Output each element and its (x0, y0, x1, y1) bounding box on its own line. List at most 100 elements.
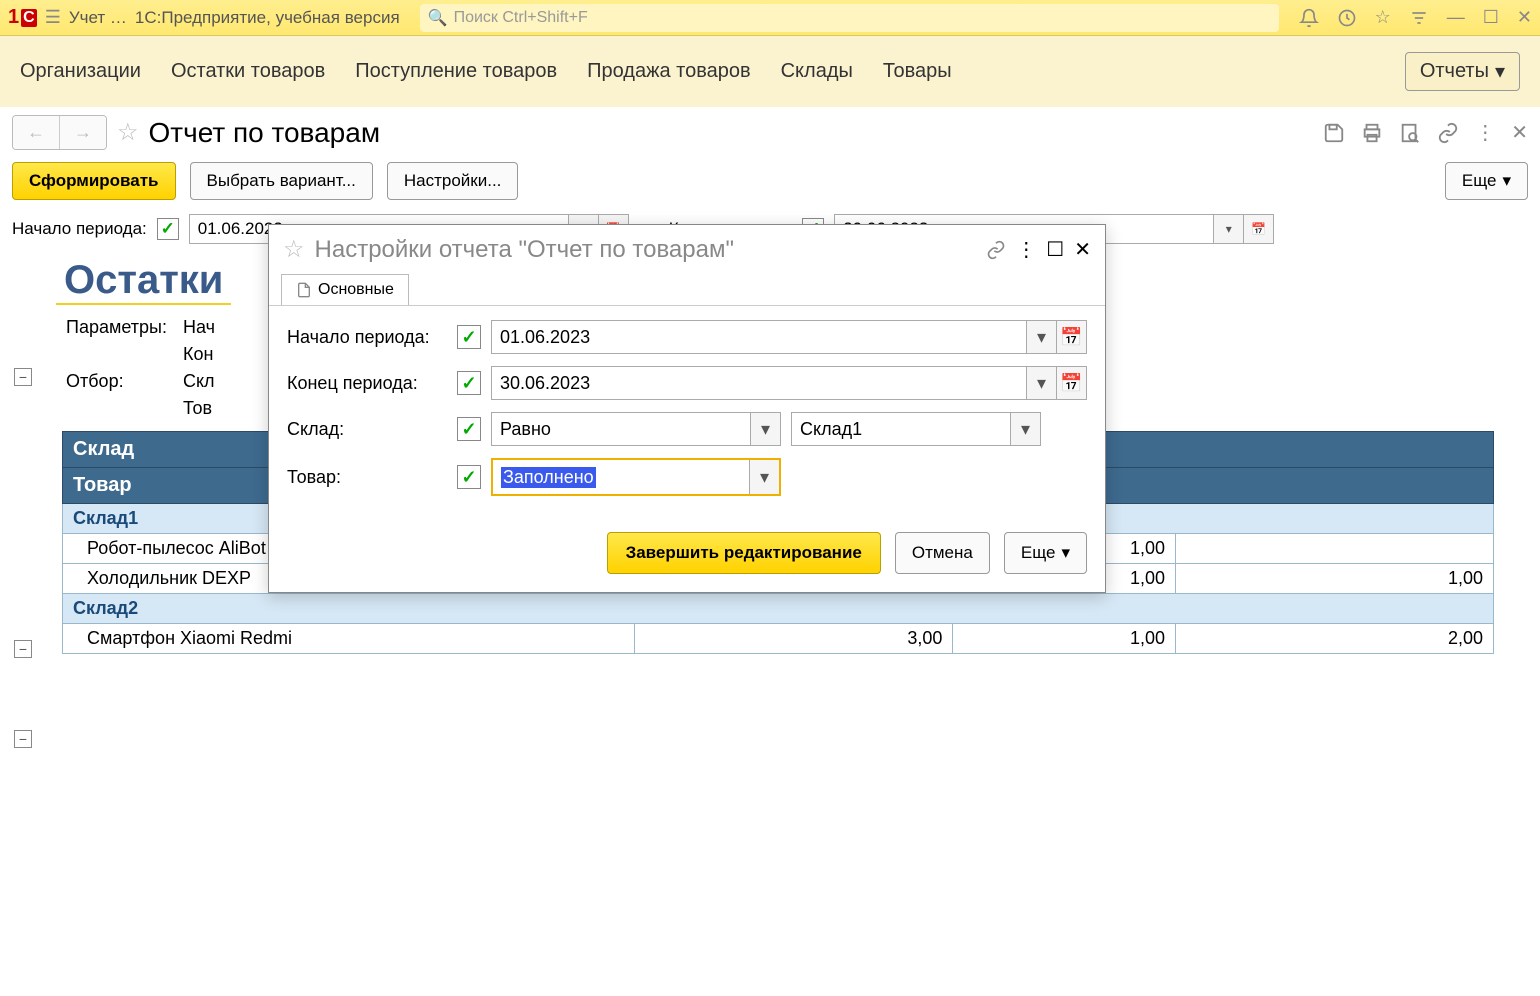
modal-end-value[interactable]: 30.06.2023 (491, 366, 1027, 400)
report-param-end-trunc: Кон (183, 342, 229, 367)
link-icon[interactable] (1437, 122, 1459, 144)
modal-start-label: Начало периода: (287, 327, 447, 348)
item-val (1175, 534, 1493, 564)
menu-reports-label: Отчеты (1420, 60, 1489, 83)
modal-tovar-label: Товар: (287, 467, 447, 488)
menu-sales[interactable]: Продажа товаров (587, 60, 751, 83)
modal-tovar-cond[interactable]: Заполнено (493, 460, 749, 494)
menu-incoming[interactable]: Поступление товаров (355, 60, 557, 83)
modal-start-dropdown[interactable]: ▾ (1027, 320, 1057, 354)
modal-sklad-cond-dropdown[interactable]: ▾ (751, 412, 781, 446)
maximize-icon[interactable]: ☐ (1483, 7, 1499, 28)
end-period-calendar-icon[interactable]: 📅 (1244, 214, 1274, 244)
more-button[interactable]: Еще ▾ (1445, 162, 1528, 200)
start-period-checkbox[interactable]: ✓ (157, 218, 179, 240)
item-val: 2,00 (1175, 624, 1493, 654)
modal-sklad-cond[interactable]: Равно (491, 412, 751, 446)
close-window-icon[interactable]: ✕ (1517, 7, 1532, 28)
modal-end-dropdown[interactable]: ▾ (1027, 366, 1057, 400)
app-logo: 1C (8, 6, 37, 29)
cancel-button[interactable]: Отмена (895, 532, 990, 574)
modal-tabs: Основные (269, 274, 1105, 306)
modal-end-calendar-icon[interactable]: 📅 (1057, 366, 1087, 400)
more-button-label: Еще (1462, 171, 1497, 191)
modal-start-value[interactable]: 01.06.2023 (491, 320, 1027, 354)
save-icon[interactable] (1323, 122, 1345, 144)
report-parameters-label: Параметры: (66, 315, 181, 340)
close-tab-icon[interactable]: ✕ (1511, 120, 1528, 145)
kebab-icon[interactable]: ⋮ (1475, 120, 1495, 145)
bell-icon[interactable] (1299, 8, 1319, 28)
modal-title: Настройки отчета "Отчет по товарам" (315, 236, 977, 264)
generate-button[interactable]: Сформировать (12, 162, 176, 200)
modal-kebab-icon[interactable]: ⋮ (1016, 237, 1036, 262)
menu-organizations[interactable]: Организации (20, 60, 141, 83)
modal-start-input[interactable]: 01.06.2023 ▾ 📅 (491, 320, 1087, 354)
modal-tovar-cond-dropdown[interactable]: ▾ (749, 460, 779, 494)
chevron-down-icon: ▾ (1502, 171, 1511, 191)
modal-start-calendar-icon[interactable]: 📅 (1057, 320, 1087, 354)
group-row[interactable]: Склад2 (63, 594, 1494, 624)
titlebar-actions: ☆ — ☐ ✕ (1299, 7, 1532, 28)
document-icon (296, 282, 312, 298)
tree-toggle-group1[interactable]: − (14, 640, 32, 658)
modal-tovar-cond-input[interactable]: Заполнено ▾ (491, 458, 781, 496)
star-icon[interactable]: ☆ (1375, 7, 1391, 28)
modal-end-input[interactable]: 30.06.2023 ▾ 📅 (491, 366, 1087, 400)
modal-header: ☆ Настройки отчета "Отчет по товарам" ⋮ … (269, 225, 1105, 274)
page-header: ← → ☆ Отчет по товарам ⋮ ✕ (0, 107, 1540, 158)
title-app2: 1С:Предприятие, учебная версия (135, 8, 400, 28)
chevron-down-icon: ▾ (1061, 543, 1070, 563)
modal-window-icon[interactable]: ☐ (1046, 237, 1064, 262)
modal-tovar-checkbox[interactable]: ✓ (457, 465, 481, 489)
preview-icon[interactable] (1399, 122, 1421, 144)
modal-sklad-cond-input[interactable]: Равно ▾ (491, 412, 781, 446)
settings-button[interactable]: Настройки... (387, 162, 519, 200)
tree-toggle-group2[interactable]: − (14, 730, 32, 748)
menu-reports[interactable]: Отчеты ▾ (1405, 52, 1520, 91)
nav-forward[interactable]: → (59, 116, 106, 149)
item-val: 1,00 (1175, 564, 1493, 594)
settings-modal: ☆ Настройки отчета "Отчет по товарам" ⋮ … (268, 224, 1106, 593)
start-period-label: Начало периода: (12, 219, 147, 239)
modal-end-checkbox[interactable]: ✓ (457, 371, 481, 395)
history-icon[interactable] (1337, 8, 1357, 28)
item-val: 1,00 (953, 624, 1176, 654)
search-icon: 🔍 (428, 8, 448, 28)
item-val: 3,00 (635, 624, 953, 654)
hamburger-icon[interactable]: ☰ (45, 7, 61, 28)
tab-main[interactable]: Основные (281, 274, 409, 305)
finish-button[interactable]: Завершить редактирование (607, 532, 881, 574)
menu-goods[interactable]: Товары (883, 60, 952, 83)
tree-toggle-main[interactable]: − (14, 368, 32, 386)
modal-sklad-checkbox[interactable]: ✓ (457, 417, 481, 441)
modal-sklad-value-dropdown[interactable]: ▾ (1011, 412, 1041, 446)
modal-body: Начало периода: ✓ 01.06.2023 ▾ 📅 Конец п… (269, 306, 1105, 522)
modal-end-label: Конец периода: (287, 373, 447, 394)
global-search[interactable]: 🔍 Поиск Ctrl+Shift+F (420, 4, 1279, 32)
menu-warehouses[interactable]: Склады (781, 60, 853, 83)
nav-buttons: ← → (12, 115, 107, 150)
print-icon[interactable] (1361, 122, 1383, 144)
page-title: Отчет по товарам (149, 117, 381, 149)
menu-stock[interactable]: Остатки товаров (171, 60, 325, 83)
filter-icon[interactable] (1409, 8, 1429, 28)
modal-star-icon[interactable]: ☆ (283, 235, 305, 264)
variant-button[interactable]: Выбрать вариант... (190, 162, 373, 200)
modal-link-icon[interactable] (986, 240, 1006, 260)
modal-start-checkbox[interactable]: ✓ (457, 325, 481, 349)
modal-sklad-value-input[interactable]: Склад1 ▾ (791, 412, 1041, 446)
modal-tovar-cond-text: Заполнено (501, 467, 596, 488)
modal-sklad-label: Склад: (287, 419, 447, 440)
minimize-icon[interactable]: — (1447, 7, 1465, 28)
modal-more-button[interactable]: Еще ▾ (1004, 532, 1087, 574)
report-filter-label: Отбор: (66, 369, 181, 394)
favorite-icon[interactable]: ☆ (117, 118, 139, 147)
modal-more-label: Еще (1021, 543, 1056, 563)
report-filter-sklad-trunc: Скл (183, 369, 229, 394)
tab-main-label: Основные (318, 281, 394, 299)
nav-back[interactable]: ← (13, 116, 59, 149)
modal-close-icon[interactable]: ✕ (1074, 237, 1091, 262)
modal-sklad-value[interactable]: Склад1 (791, 412, 1011, 446)
end-period-dropdown[interactable]: ▾ (1214, 214, 1244, 244)
